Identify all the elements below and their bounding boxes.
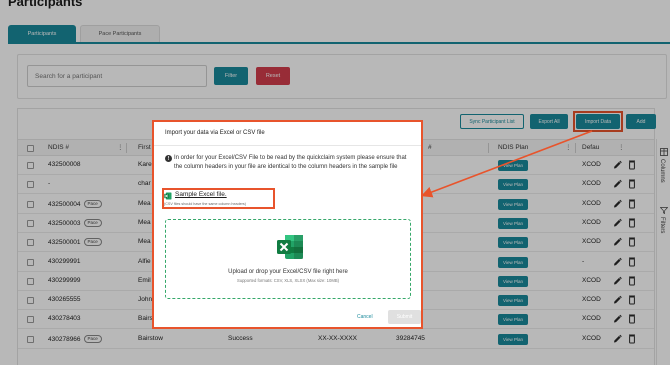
info-icon: !	[165, 155, 172, 162]
excel-icon	[164, 192, 172, 200]
modal-title: Import your data via Excel or CSV file	[165, 130, 265, 136]
dropzone-formats: Supported formats: CSV, XLS, XLSX (Max s…	[236, 278, 340, 283]
file-dropzone[interactable]: Upload or drop your Excel/CSV file right…	[165, 219, 411, 299]
modal-divider	[154, 145, 421, 146]
sample-note: (CSV files should have the same column h…	[164, 202, 246, 206]
import-modal: Import your data via Excel or CSV file !…	[152, 120, 423, 329]
excel-icon	[277, 235, 303, 259]
submit-button[interactable]: Submit	[388, 310, 421, 324]
cancel-button[interactable]: Cancel	[357, 314, 373, 320]
info-text: In order for your Excel/CSV File to be r…	[174, 155, 407, 170]
sample-excel-link[interactable]: Sample Excel file.	[175, 191, 227, 198]
dropzone-instruction: Upload or drop your Excel/CSV file right…	[228, 269, 348, 275]
